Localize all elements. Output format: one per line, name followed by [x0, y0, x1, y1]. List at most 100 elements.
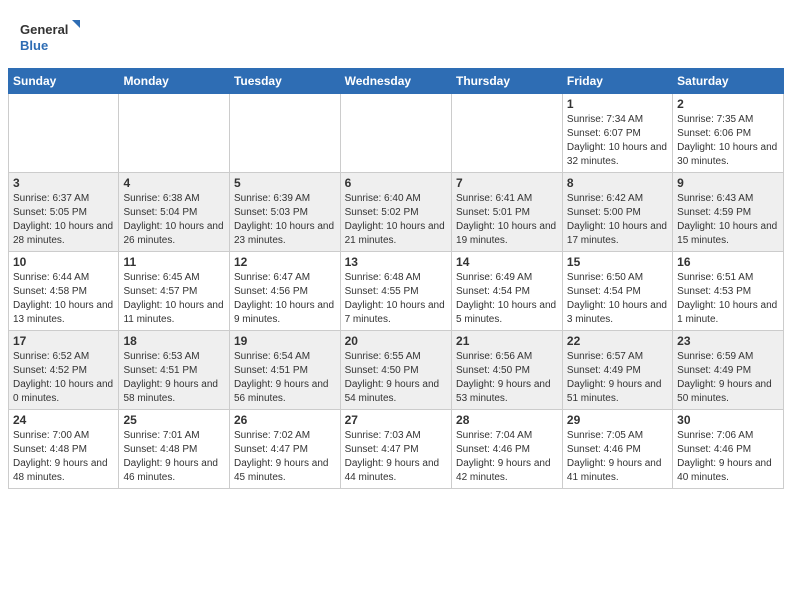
calendar-day-cell: 9Sunrise: 6:43 AM Sunset: 4:59 PM Daylig…: [673, 173, 784, 252]
logo-svg: GeneralBlue: [20, 18, 80, 58]
day-number: 16: [677, 255, 779, 269]
day-info: Sunrise: 6:48 AM Sunset: 4:55 PM Dayligh…: [345, 271, 447, 327]
day-number: 4: [123, 176, 225, 190]
calendar-day-cell: 5Sunrise: 6:39 AM Sunset: 5:03 PM Daylig…: [229, 173, 340, 252]
calendar-day-cell: 15Sunrise: 6:50 AM Sunset: 4:54 PM Dayli…: [562, 252, 672, 331]
day-number: 30: [677, 413, 779, 427]
calendar-week-4: 17 Sunrise: 6:52 AM Sunset: 4:52 PM Dayli…: [9, 331, 784, 410]
day-info: Sunrise: 6:43 AM Sunset: 4:59 PM Dayligh…: [677, 192, 779, 248]
calendar-day-cell: 29 Sunrise: 7:05 AM Sunset: 4:46 PM Dayli…: [562, 410, 672, 489]
day-number: 6: [345, 176, 447, 190]
day-number: 3: [13, 176, 114, 190]
day-info: Sunrise: 7:06 AM Sunset: 4:46 PM Dayligh…: [677, 429, 779, 485]
calendar-day-cell: 17 Sunrise: 6:52 AM Sunset: 4:52 PM Dayli…: [9, 331, 119, 410]
logo: GeneralBlue: [20, 18, 80, 58]
calendar-week-3: 10 Sunrise: 6:44 AM Sunset: 4:58 PM Dayli…: [9, 252, 784, 331]
day-info: Sunrise: 6:38 AM Sunset: 5:04 PM Dayligh…: [123, 192, 225, 248]
day-number: 24: [13, 413, 114, 427]
day-number: 27: [345, 413, 447, 427]
calendar-day-cell: 28 Sunrise: 7:04 AM Sunset: 4:46 PM Dayli…: [452, 410, 563, 489]
calendar-day-cell: 20 Sunrise: 6:55 AM Sunset: 4:50 PM Dayli…: [340, 331, 451, 410]
day-number: 29: [567, 413, 668, 427]
day-info: Sunrise: 7:01 AM Sunset: 4:48 PM Dayligh…: [123, 429, 225, 485]
calendar-day-cell: 22Sunrise: 6:57 AM Sunset: 4:49 PM Dayli…: [562, 331, 672, 410]
day-number: 8: [567, 176, 668, 190]
day-number: 23: [677, 334, 779, 348]
day-info: Sunrise: 6:53 AM Sunset: 4:51 PM Dayligh…: [123, 350, 225, 406]
weekday-header-saturday: Saturday: [673, 69, 784, 94]
day-number: 2: [677, 97, 779, 111]
calendar-wrapper: SundayMondayTuesdayWednesdayThursdayFrid…: [0, 68, 792, 497]
day-number: 7: [456, 176, 558, 190]
weekday-header-sunday: Sunday: [9, 69, 119, 94]
day-info: Sunrise: 6:59 AM Sunset: 4:49 PM Dayligh…: [677, 350, 779, 406]
day-info: Sunrise: 6:50 AM Sunset: 4:54 PM Dayligh…: [567, 271, 668, 327]
calendar-day-cell: 1 Sunrise: 7:34 AM Sunset: 6:07 PM Daylig…: [562, 94, 672, 173]
day-number: 25: [123, 413, 225, 427]
calendar-day-cell: 27 Sunrise: 7:03 AM Sunset: 4:47 PM Dayli…: [340, 410, 451, 489]
day-info: Sunrise: 7:00 AM Sunset: 4:48 PM Dayligh…: [13, 429, 114, 485]
day-info: Sunrise: 6:41 AM Sunset: 5:01 PM Dayligh…: [456, 192, 558, 248]
day-number: 19: [234, 334, 336, 348]
day-info: Sunrise: 6:42 AM Sunset: 5:00 PM Dayligh…: [567, 192, 668, 248]
day-info: Sunrise: 6:52 AM Sunset: 4:52 PM Dayligh…: [13, 350, 114, 406]
weekday-header-friday: Friday: [562, 69, 672, 94]
calendar-table: SundayMondayTuesdayWednesdayThursdayFrid…: [8, 68, 784, 489]
day-number: 26: [234, 413, 336, 427]
calendar-body: 1 Sunrise: 7:34 AM Sunset: 6:07 PM Daylig…: [9, 94, 784, 489]
day-info: Sunrise: 7:05 AM Sunset: 4:46 PM Dayligh…: [567, 429, 668, 485]
day-number: 20: [345, 334, 447, 348]
day-number: 5: [234, 176, 336, 190]
day-info: Sunrise: 6:54 AM Sunset: 4:51 PM Dayligh…: [234, 350, 336, 406]
day-info: Sunrise: 6:51 AM Sunset: 4:53 PM Dayligh…: [677, 271, 779, 327]
day-info: Sunrise: 7:35 AM Sunset: 6:06 PM Dayligh…: [677, 113, 779, 169]
day-number: 10: [13, 255, 114, 269]
calendar-day-cell: 8 Sunrise: 6:42 AM Sunset: 5:00 PM Daylig…: [562, 173, 672, 252]
calendar-day-cell: 13Sunrise: 6:48 AM Sunset: 4:55 PM Dayli…: [340, 252, 451, 331]
day-info: Sunrise: 6:57 AM Sunset: 4:49 PM Dayligh…: [567, 350, 668, 406]
calendar-week-5: 24 Sunrise: 7:00 AM Sunset: 4:48 PM Dayli…: [9, 410, 784, 489]
calendar-day-cell: 25 Sunrise: 7:01 AM Sunset: 4:48 PM Dayli…: [119, 410, 230, 489]
page-header: GeneralBlue: [0, 0, 792, 68]
calendar-day-cell: 23 Sunrise: 6:59 AM Sunset: 4:49 PM Dayli…: [673, 331, 784, 410]
day-number: 11: [123, 255, 225, 269]
svg-text:Blue: Blue: [20, 38, 48, 53]
calendar-day-cell: 6Sunrise: 6:40 AM Sunset: 5:02 PM Daylig…: [340, 173, 451, 252]
weekday-header-monday: Monday: [119, 69, 230, 94]
calendar-day-cell: 18 Sunrise: 6:53 AM Sunset: 4:51 PM Dayli…: [119, 331, 230, 410]
day-number: 21: [456, 334, 558, 348]
day-info: Sunrise: 7:03 AM Sunset: 4:47 PM Dayligh…: [345, 429, 447, 485]
calendar-day-cell: 19 Sunrise: 6:54 AM Sunset: 4:51 PM Dayli…: [229, 331, 340, 410]
calendar-day-cell: 10 Sunrise: 6:44 AM Sunset: 4:58 PM Dayli…: [9, 252, 119, 331]
calendar-day-cell: [119, 94, 230, 173]
day-number: 17: [13, 334, 114, 348]
day-number: 18: [123, 334, 225, 348]
weekday-header-thursday: Thursday: [452, 69, 563, 94]
day-info: Sunrise: 7:02 AM Sunset: 4:47 PM Dayligh…: [234, 429, 336, 485]
day-info: Sunrise: 6:49 AM Sunset: 4:54 PM Dayligh…: [456, 271, 558, 327]
calendar-day-cell: 3 Sunrise: 6:37 AM Sunset: 5:05 PM Daylig…: [9, 173, 119, 252]
calendar-day-cell: [229, 94, 340, 173]
calendar-day-cell: 14Sunrise: 6:49 AM Sunset: 4:54 PM Dayli…: [452, 252, 563, 331]
day-info: Sunrise: 6:44 AM Sunset: 4:58 PM Dayligh…: [13, 271, 114, 327]
day-info: Sunrise: 6:56 AM Sunset: 4:50 PM Dayligh…: [456, 350, 558, 406]
calendar-day-cell: 21 Sunrise: 6:56 AM Sunset: 4:50 PM Dayli…: [452, 331, 563, 410]
day-info: Sunrise: 7:04 AM Sunset: 4:46 PM Dayligh…: [456, 429, 558, 485]
day-number: 1: [567, 97, 668, 111]
calendar-day-cell: 7 Sunrise: 6:41 AM Sunset: 5:01 PM Daylig…: [452, 173, 563, 252]
day-info: Sunrise: 7:34 AM Sunset: 6:07 PM Dayligh…: [567, 113, 668, 169]
calendar-header-row: SundayMondayTuesdayWednesdayThursdayFrid…: [9, 69, 784, 94]
calendar-day-cell: [9, 94, 119, 173]
weekday-header-wednesday: Wednesday: [340, 69, 451, 94]
day-info: Sunrise: 6:37 AM Sunset: 5:05 PM Dayligh…: [13, 192, 114, 248]
calendar-day-cell: [452, 94, 563, 173]
calendar-day-cell: 4 Sunrise: 6:38 AM Sunset: 5:04 PM Daylig…: [119, 173, 230, 252]
day-info: Sunrise: 6:55 AM Sunset: 4:50 PM Dayligh…: [345, 350, 447, 406]
day-number: 12: [234, 255, 336, 269]
calendar-day-cell: [340, 94, 451, 173]
calendar-day-cell: 12Sunrise: 6:47 AM Sunset: 4:56 PM Dayli…: [229, 252, 340, 331]
calendar-day-cell: 24 Sunrise: 7:00 AM Sunset: 4:48 PM Dayli…: [9, 410, 119, 489]
day-number: 28: [456, 413, 558, 427]
calendar-week-2: 3 Sunrise: 6:37 AM Sunset: 5:05 PM Daylig…: [9, 173, 784, 252]
calendar-day-cell: 2 Sunrise: 7:35 AM Sunset: 6:06 PM Daylig…: [673, 94, 784, 173]
